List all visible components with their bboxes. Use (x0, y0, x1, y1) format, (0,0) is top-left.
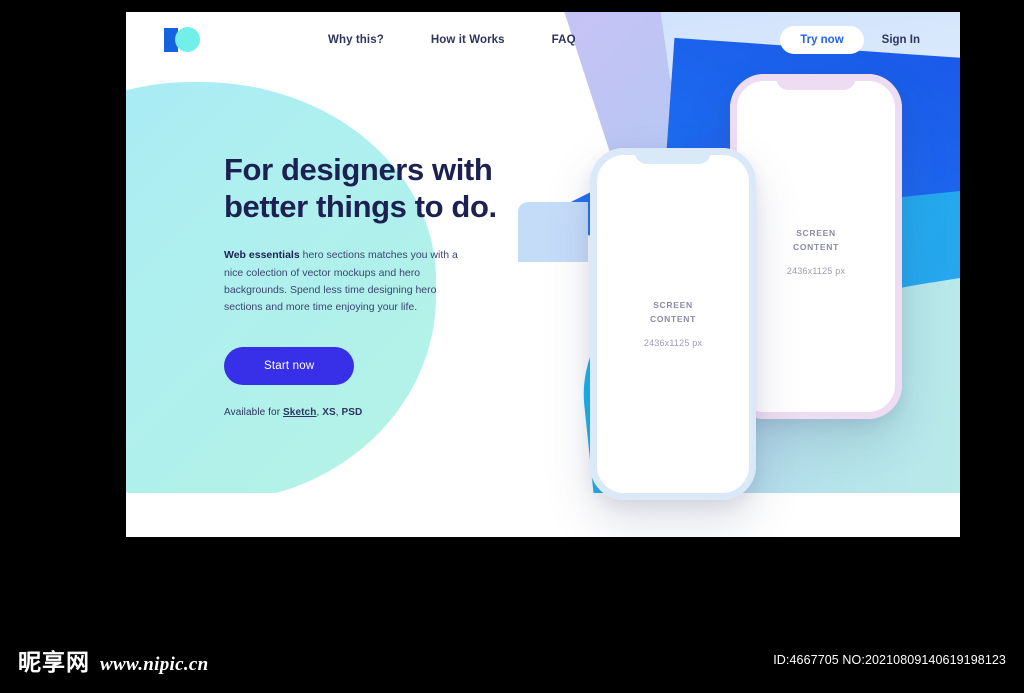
nav-link-how-it-works[interactable]: How it Works (431, 34, 505, 46)
watermark-footer: 昵享网 www.nipic.cn ID:4667705 NO:202108091… (0, 633, 1024, 693)
hero-title-line-2: better things to do. (224, 188, 497, 224)
phone-front-dimensions: 2436x1125 px (643, 338, 703, 349)
site-header: Why this? How it Works FAQ Try now Sign … (126, 12, 960, 68)
nav-link-why-this[interactable]: Why this? (328, 34, 384, 46)
hero-description-emphasis: Web essentials (224, 249, 300, 262)
logo-circle-shape (175, 27, 200, 52)
available-psd-label: PSD (341, 406, 363, 418)
hero-title-line-1: For designers with (224, 152, 493, 187)
watermark-chinese-name: 昵享网 (18, 650, 90, 676)
sign-in-link[interactable]: Sign In (882, 34, 920, 46)
available-sketch-link[interactable]: Sketch (283, 407, 316, 418)
available-formats-line: Available for Sketch, XS, PSD (224, 407, 554, 418)
phone-mockup-front[interactable]: SCREEN CONTENT 2436x1125 px (590, 148, 756, 500)
available-prefix-label: Available for (224, 406, 284, 418)
phone-front-screen-label-line-2: CONTENT (650, 314, 696, 325)
hero-description: Web essentials hero sections matches you… (224, 247, 476, 317)
header-actions: Try now Sign In (780, 26, 932, 54)
phone-front-body: SCREEN CONTENT 2436x1125 px (590, 148, 756, 500)
phone-front-screen-text: SCREEN CONTENT 2436x1125 px (590, 298, 756, 348)
bottom-white-mask (126, 493, 960, 537)
screenshot-root: Why this? How it Works FAQ Try now Sign … (0, 0, 1024, 693)
phone-front-notch (634, 148, 712, 164)
hero-title: For designers with better things to do. (224, 152, 554, 225)
watermark-url: www.nipic.cn (100, 654, 209, 675)
landing-page-canvas: Why this? How it Works FAQ Try now Sign … (126, 12, 960, 537)
phone-back-notch (776, 74, 856, 90)
try-now-button[interactable]: Try now (780, 26, 864, 54)
brand-logo-icon[interactable] (164, 27, 200, 53)
phone-front-screen-label-line-1: SCREEN (653, 300, 693, 310)
site-watermark: 昵享网 www.nipic.cn (18, 643, 208, 677)
available-xs-label: XS (322, 406, 336, 418)
nav-link-faq[interactable]: FAQ (552, 34, 576, 46)
asset-id-text: ID:4667705 NO:20210809140619198123 (773, 653, 1006, 667)
start-now-button[interactable]: Start now (224, 346, 355, 385)
hero-content: For designers with better things to do. … (224, 152, 554, 418)
primary-navigation: Why this? How it Works FAQ (328, 34, 576, 46)
